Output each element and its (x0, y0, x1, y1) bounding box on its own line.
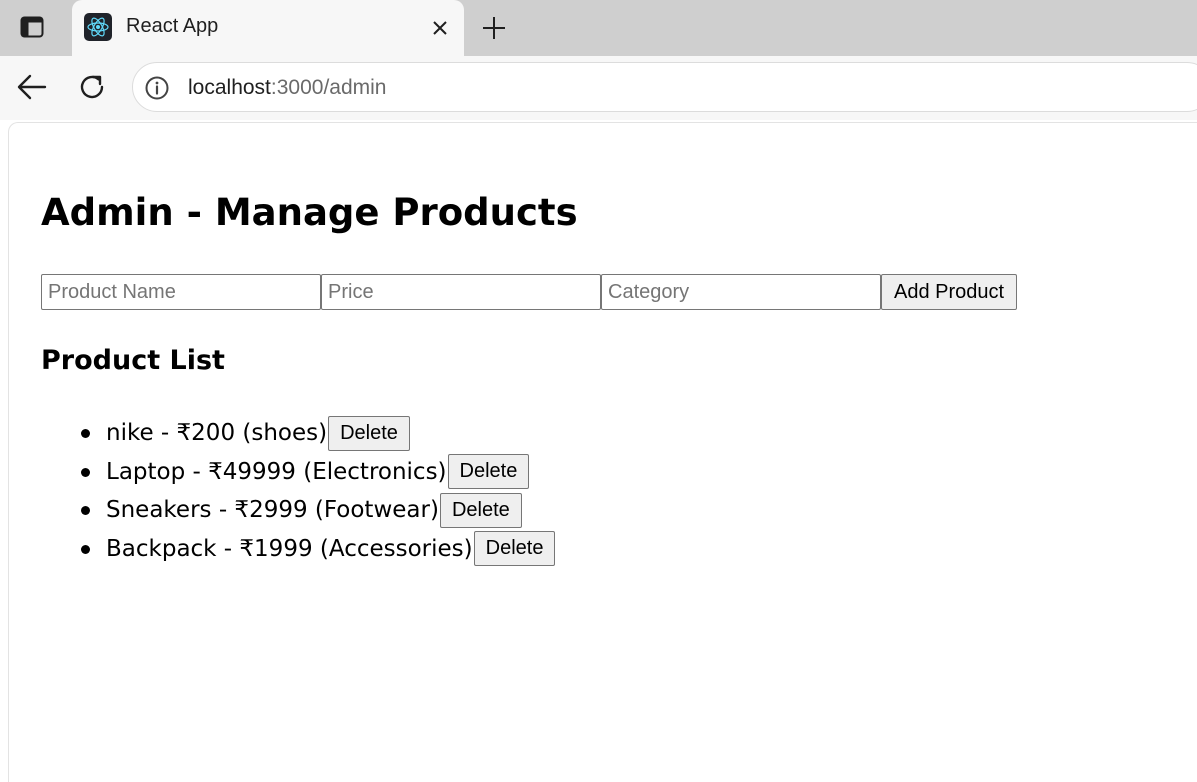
list-item: Sneakers - ₹2999 (Footwear) Delete (41, 491, 555, 530)
list-item: nike - ₹200 (shoes) Delete (41, 414, 555, 453)
add-product-form: Add Product (41, 274, 1018, 311)
delete-button[interactable]: Delete (447, 454, 530, 490)
url-host: localhost (188, 76, 271, 99)
browser-toolbar: localhost:3000/admin (0, 56, 1197, 120)
product-text: Laptop - ₹49999 (Electronics) (106, 458, 447, 485)
tab-title: React App (126, 15, 219, 37)
new-tab-plus-icon[interactable] (478, 12, 510, 44)
product-text: Backpack - ₹1999 (Accessories) (106, 535, 473, 562)
product-name-input[interactable] (41, 274, 321, 310)
delete-button[interactable]: Delete (328, 415, 410, 451)
reload-icon[interactable] (74, 69, 110, 105)
product-text: Sneakers - ₹2999 (Footwear) (106, 497, 439, 524)
category-input[interactable] (601, 274, 881, 310)
list-item: Backpack - ₹1999 (Accessories) Delete (41, 530, 556, 569)
sidebar-toggle-icon[interactable] (18, 14, 46, 40)
react-icon (84, 13, 112, 41)
product-text: nike - ₹200 (shoes) (106, 420, 328, 447)
product-list-title: Product List (41, 345, 225, 376)
delete-button[interactable]: Delete (439, 492, 522, 528)
url-text[interactable]: localhost:3000/admin (188, 76, 386, 100)
list-item: Laptop - ₹49999 (Electronics) Delete (41, 453, 555, 492)
tab-strip: React App (0, 0, 1197, 56)
address-bar[interactable]: localhost:3000/admin (132, 62, 1197, 112)
back-arrow-icon[interactable] (14, 69, 50, 105)
page-title: Admin - Manage Products (41, 191, 578, 234)
tab-react-app[interactable]: React App (72, 0, 464, 56)
product-list: nike - ₹200 (shoes) Delete Laptop - ₹4999… (41, 414, 556, 569)
close-icon[interactable] (426, 14, 454, 42)
url-path: :3000/admin (270, 76, 387, 99)
price-input[interactable] (321, 274, 601, 310)
page-viewport: Admin - Manage Products Add Product Prod… (8, 122, 1197, 782)
site-info-icon[interactable] (143, 74, 171, 102)
delete-button[interactable]: Delete (473, 531, 556, 567)
add-product-button[interactable]: Add Product (881, 274, 1018, 310)
